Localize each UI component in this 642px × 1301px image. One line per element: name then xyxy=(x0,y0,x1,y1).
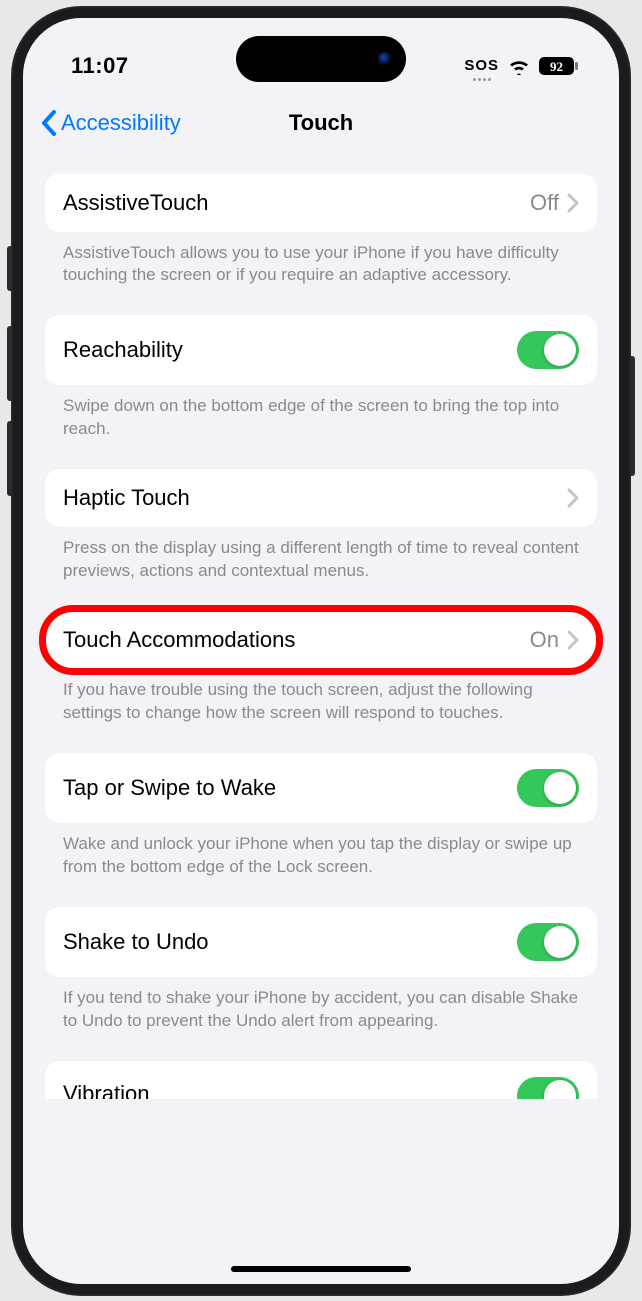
page-title: Touch xyxy=(289,110,353,136)
sos-label: SOS xyxy=(464,57,499,74)
row-value: On xyxy=(530,627,559,653)
toggle-knob xyxy=(544,1080,576,1099)
settings-row-haptic-touch[interactable]: Haptic Touch xyxy=(45,469,597,527)
row-label: Touch Accommodations xyxy=(63,627,295,653)
row-accessory: Off xyxy=(530,190,579,216)
row-accessory: On xyxy=(530,627,579,653)
row-label: Haptic Touch xyxy=(63,485,190,511)
settings-group: Touch Accommodations On If you have troubl… xyxy=(45,611,597,725)
toggle-switch[interactable] xyxy=(517,1077,579,1099)
settings-row-tap-or-swipe-to-wake[interactable]: Tap or Swipe to Wake xyxy=(45,753,597,823)
home-indicator[interactable] xyxy=(231,1266,411,1272)
toggle-knob xyxy=(544,926,576,958)
row-label: AssistiveTouch xyxy=(63,190,209,216)
row-footer: AssistiveTouch allows you to use your iP… xyxy=(45,232,597,288)
toggle-switch[interactable] xyxy=(517,923,579,961)
battery-indicator: 92 xyxy=(539,56,579,76)
row-accessory xyxy=(517,923,579,961)
chevron-right-icon xyxy=(567,630,579,650)
toggle-knob xyxy=(544,772,576,804)
phone-frame: 11:07 SOS 92 xyxy=(11,6,631,1296)
status-time: 11:07 xyxy=(71,53,129,79)
chevron-right-icon xyxy=(567,488,579,508)
row-accessory xyxy=(517,331,579,369)
settings-group: Reachability Swipe down on the bottom edg… xyxy=(45,315,597,441)
row-footer: Wake and unlock your iPhone when you tap… xyxy=(45,823,597,879)
row-accessory xyxy=(567,488,579,508)
back-label: Accessibility xyxy=(61,110,181,136)
toggle-switch[interactable] xyxy=(517,331,579,369)
settings-group: Haptic Touch Press on the display using a… xyxy=(45,469,597,583)
settings-row-shake-to-undo[interactable]: Shake to Undo xyxy=(45,907,597,977)
settings-row-vibration[interactable]: Vibration xyxy=(45,1061,597,1099)
row-footer: If you tend to shake your iPhone by acci… xyxy=(45,977,597,1033)
chevron-right-icon xyxy=(567,193,579,213)
volume-up-button xyxy=(7,326,12,401)
front-camera xyxy=(378,52,392,66)
toggle-switch[interactable] xyxy=(517,769,579,807)
battery-level: 92 xyxy=(550,59,563,74)
status-indicators: SOS 92 xyxy=(464,56,579,76)
volume-down-button xyxy=(7,421,12,496)
wifi-icon xyxy=(507,57,531,75)
sos-indicator: SOS xyxy=(464,57,499,74)
row-footer: Press on the display using a different l… xyxy=(45,527,597,583)
row-value: Off xyxy=(530,190,559,216)
row-label: Vibration xyxy=(63,1081,149,1099)
dynamic-island xyxy=(236,36,406,82)
settings-row-reachability[interactable]: Reachability xyxy=(45,315,597,385)
toggle-knob xyxy=(544,334,576,366)
screen: 11:07 SOS 92 xyxy=(23,18,619,1284)
settings-group: AssistiveTouch Off AssistiveTouch allows y… xyxy=(45,174,597,288)
chevron-left-icon xyxy=(41,110,57,136)
settings-list: AssistiveTouch Off AssistiveTouch allows y… xyxy=(23,152,619,1099)
row-label: Tap or Swipe to Wake xyxy=(63,775,276,801)
mute-switch xyxy=(7,246,12,291)
back-button[interactable]: Accessibility xyxy=(41,110,181,136)
settings-row-assistivetouch[interactable]: AssistiveTouch Off xyxy=(45,174,597,232)
power-button xyxy=(630,356,635,476)
settings-group: Tap or Swipe to Wake Wake and unlock your… xyxy=(45,753,597,879)
row-label: Reachability xyxy=(63,337,183,363)
sos-dots xyxy=(464,78,499,81)
settings-group: Shake to Undo If you tend to shake your i… xyxy=(45,907,597,1033)
row-accessory xyxy=(517,769,579,807)
row-footer: Swipe down on the bottom edge of the scr… xyxy=(45,385,597,441)
row-label: Shake to Undo xyxy=(63,929,209,955)
row-footer: If you have trouble using the touch scre… xyxy=(45,669,597,725)
settings-row-touch-accommodations[interactable]: Touch Accommodations On xyxy=(45,611,597,669)
nav-bar: Accessibility Touch xyxy=(23,94,619,152)
